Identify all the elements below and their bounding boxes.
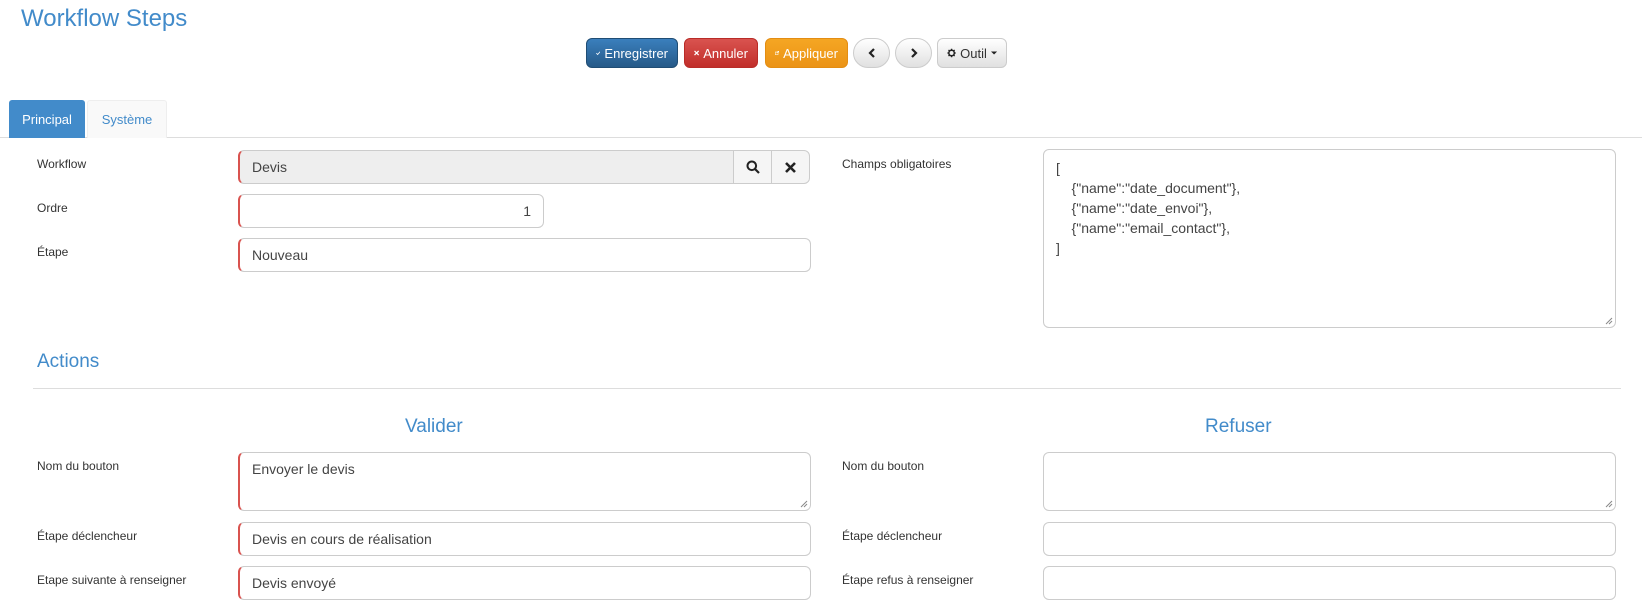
valider-etape-declencheur-label: Étape déclencheur bbox=[37, 529, 138, 543]
check-icon bbox=[596, 51, 601, 56]
times-icon bbox=[785, 161, 796, 173]
valider-nom-bouton-textarea[interactable]: Envoyer le devis bbox=[238, 452, 811, 511]
section-divider bbox=[33, 388, 1621, 389]
actions-section-title: Actions bbox=[37, 351, 100, 372]
search-icon bbox=[746, 160, 760, 174]
json-line: {"name":"date_envoi"}, bbox=[1056, 200, 1213, 216]
tool-label: Outil bbox=[960, 45, 987, 61]
save-label: Enregistrer bbox=[604, 45, 668, 61]
resize-handle-icon[interactable] bbox=[1605, 500, 1613, 508]
page-title: Workflow Steps bbox=[21, 5, 188, 32]
apply-button[interactable]: Appliquer bbox=[765, 38, 848, 68]
cancel-label: Annuler bbox=[703, 45, 748, 61]
workflow-search-button[interactable] bbox=[733, 150, 772, 184]
valider-nom-bouton-label: Nom du bouton bbox=[37, 459, 120, 473]
valider-etape-declencheur-field[interactable]: Devis en cours de réalisation bbox=[238, 522, 811, 556]
json-line: [ bbox=[1056, 160, 1060, 176]
valider-nom-bouton-value: Envoyer le devis bbox=[252, 461, 355, 477]
etape-suivante-field[interactable]: Devis envoyé bbox=[238, 566, 811, 600]
ordre-label: Ordre bbox=[37, 201, 68, 215]
resize-handle-icon[interactable] bbox=[800, 500, 808, 508]
gear-icon bbox=[947, 48, 956, 58]
json-line: {"name":"date_document"}, bbox=[1056, 180, 1241, 196]
toolbar: Enregistrer Annuler Appliquer Outil bbox=[0, 38, 1642, 70]
apply-label: Appliquer bbox=[783, 45, 838, 61]
workflow-field[interactable]: Devis bbox=[238, 150, 734, 184]
refuser-nom-bouton-textarea[interactable] bbox=[1043, 452, 1616, 511]
etape-field[interactable]: Nouveau bbox=[238, 238, 811, 272]
tab-systeme[interactable]: Système bbox=[87, 100, 167, 138]
ordre-field[interactable]: 1 bbox=[238, 194, 544, 228]
workflow-clear-button[interactable] bbox=[771, 150, 810, 184]
tab-bar: Principal Système bbox=[0, 100, 1642, 138]
etape-refus-field[interactable] bbox=[1043, 566, 1616, 600]
valider-title: Valider bbox=[405, 416, 463, 437]
refuser-nom-bouton-label: Nom du bouton bbox=[842, 459, 925, 473]
tab-principal[interactable]: Principal bbox=[9, 100, 85, 138]
tool-dropdown-button[interactable]: Outil bbox=[937, 38, 1007, 68]
json-line: {"name":"email_contact"}, bbox=[1056, 220, 1230, 236]
refuser-etape-declencheur-field[interactable] bbox=[1043, 522, 1616, 556]
share-icon bbox=[775, 51, 779, 55]
cancel-button[interactable]: Annuler bbox=[684, 38, 758, 68]
etape-label: Étape bbox=[37, 245, 69, 259]
chevron-right-icon bbox=[910, 48, 918, 58]
resize-handle-icon[interactable] bbox=[1605, 317, 1613, 325]
previous-button[interactable] bbox=[853, 38, 890, 68]
refuser-title: Refuser bbox=[1205, 416, 1272, 437]
chevron-left-icon bbox=[867, 48, 875, 58]
refuser-etape-declencheur-label: Étape déclencheur bbox=[842, 529, 943, 543]
workflow-label: Workflow bbox=[37, 157, 87, 171]
champs-obligatoires-textarea[interactable]: [ {"name":"date_document"}, {"name":"dat… bbox=[1043, 149, 1616, 328]
etape-refus-label: Étape refus à renseigner bbox=[842, 573, 974, 587]
etape-suivante-label: Etape suivante à renseigner bbox=[37, 573, 187, 587]
json-line: ] bbox=[1056, 240, 1060, 256]
caret-down-icon bbox=[990, 51, 997, 55]
save-button[interactable]: Enregistrer bbox=[586, 38, 678, 68]
next-button[interactable] bbox=[895, 38, 932, 68]
champs-obligatoires-label: Champs obligatoires bbox=[842, 157, 952, 171]
times-icon bbox=[694, 50, 700, 56]
